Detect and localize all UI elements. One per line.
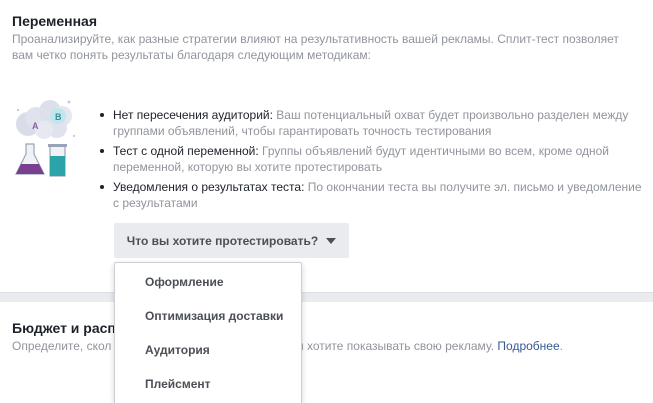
list-item: Тест с одной переменной: Группы объявлен… xyxy=(97,143,642,175)
menu-item-creative[interactable]: Оформление xyxy=(115,265,301,299)
budget-desc-left: Определите, скол xyxy=(12,339,112,353)
bullet-heading: Тест с одной переменной: xyxy=(113,144,259,158)
caret-down-icon xyxy=(326,237,337,244)
budget-desc-period: . xyxy=(559,339,563,353)
section-description: Проанализируйте, как разные стратегии вл… xyxy=(12,32,619,62)
method-list: Нет пересечения аудиторий: Ваш потенциал… xyxy=(97,107,642,215)
menu-item-delivery-optimization[interactable]: Оптимизация доставки xyxy=(115,299,301,333)
learn-more-link[interactable]: Подробнее xyxy=(497,339,559,353)
list-item: Нет пересечения аудиторий: Ваш потенциал… xyxy=(97,107,642,139)
bullet-heading: Нет пересечения аудиторий: xyxy=(113,108,273,122)
section-divider xyxy=(0,292,653,302)
budget-section-title: Бюджет и расп xyxy=(12,320,116,336)
ab-test-flask-illustration-icon: A B xyxy=(15,100,76,177)
menu-item-audience[interactable]: Аудитория xyxy=(115,333,301,367)
menu-item-placement[interactable]: Плейсмент xyxy=(115,367,301,401)
dropdown-label: Что вы хотите протестировать? xyxy=(126,233,319,248)
budget-section-description: Определите, скол ы хотите показывать сво… xyxy=(12,338,563,354)
budget-desc-right: ы хотите показывать свою рекламу. Подроб… xyxy=(295,338,563,354)
split-test-variable-section: Переменная Проанализируйте, как разные с… xyxy=(0,0,653,292)
budget-desc-right-text: ы хотите показывать свою рекламу. xyxy=(295,339,495,353)
test-variable-menu: Оформление Оптимизация доставки Аудитори… xyxy=(114,262,302,403)
label-b: B xyxy=(55,112,62,122)
bullet-heading: Уведомления о результатах теста: xyxy=(113,180,305,194)
list-item: Уведомления о результатах теста: По окон… xyxy=(97,179,642,211)
test-variable-dropdown-button[interactable]: Что вы хотите протестировать? xyxy=(114,223,349,258)
section-title: Переменная xyxy=(12,13,98,29)
label-a: A xyxy=(32,121,39,131)
